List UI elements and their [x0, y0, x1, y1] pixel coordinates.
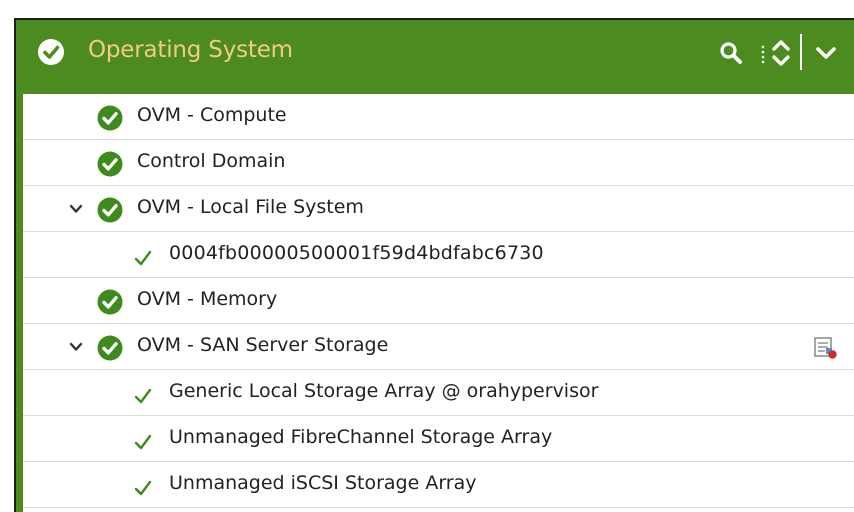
chevron-down-icon[interactable] [812, 40, 840, 66]
tree-row[interactable]: Generic Local Storage Array @ orahypervi… [23, 370, 854, 416]
panel-title: Operating System [88, 37, 293, 63]
drag-grip-icon[interactable] [761, 44, 765, 66]
tree-row[interactable]: OVM - SAN Server Storage [23, 324, 854, 370]
chevron-down-icon[interactable] [69, 203, 83, 215]
toolbar-divider [800, 34, 802, 70]
row-label: OVM - Local File System [137, 196, 364, 218]
tree-row[interactable]: Control Domain [23, 140, 854, 186]
row-label: Unmanaged FibreChannel Storage Array [169, 426, 553, 448]
tree-row[interactable]: OVM - Local File System [23, 186, 854, 232]
row-label: Generic Local Storage Array @ orahypervi… [169, 380, 599, 402]
checkmark-icon [134, 250, 152, 266]
row-label: Control Domain [137, 150, 286, 172]
tree-row[interactable]: OVM - Compute [23, 94, 854, 140]
search-icon[interactable] [718, 40, 744, 66]
report-alert-icon[interactable] [813, 336, 839, 360]
tree-row[interactable]: 0004fb00000500001f59d4bdfabc6730 [23, 232, 854, 278]
check-circle-icon [38, 39, 64, 65]
sort-updown-icon[interactable] [768, 36, 794, 70]
row-label: OVM - Compute [137, 104, 287, 126]
check-circle-icon [97, 335, 123, 361]
check-circle-icon [97, 289, 123, 315]
row-label: OVM - SAN Server Storage [137, 334, 389, 356]
tree-row[interactable]: Unmanaged iSCSI Storage Array [23, 462, 854, 508]
checkmark-icon [134, 388, 152, 404]
check-circle-icon [97, 197, 123, 223]
panel-header: Operating System [16, 20, 854, 94]
tree-list: OVM - Compute Control Domain OVM - Local… [23, 94, 854, 512]
tree-row[interactable]: OVM - Memory [23, 278, 854, 324]
row-label: Unmanaged iSCSI Storage Array [169, 472, 477, 494]
tree-row[interactable]: Unmanaged FibreChannel Storage Array [23, 416, 854, 462]
chevron-down-icon[interactable] [69, 341, 83, 353]
row-label: OVM - Memory [137, 288, 278, 310]
operating-system-panel: Operating System OVM - Compute Control D… [16, 20, 854, 512]
check-circle-icon [97, 105, 123, 131]
row-label: 0004fb00000500001f59d4bdfabc6730 [169, 242, 544, 264]
checkmark-icon [134, 434, 152, 450]
check-circle-icon [97, 151, 123, 177]
checkmark-icon [134, 480, 152, 496]
